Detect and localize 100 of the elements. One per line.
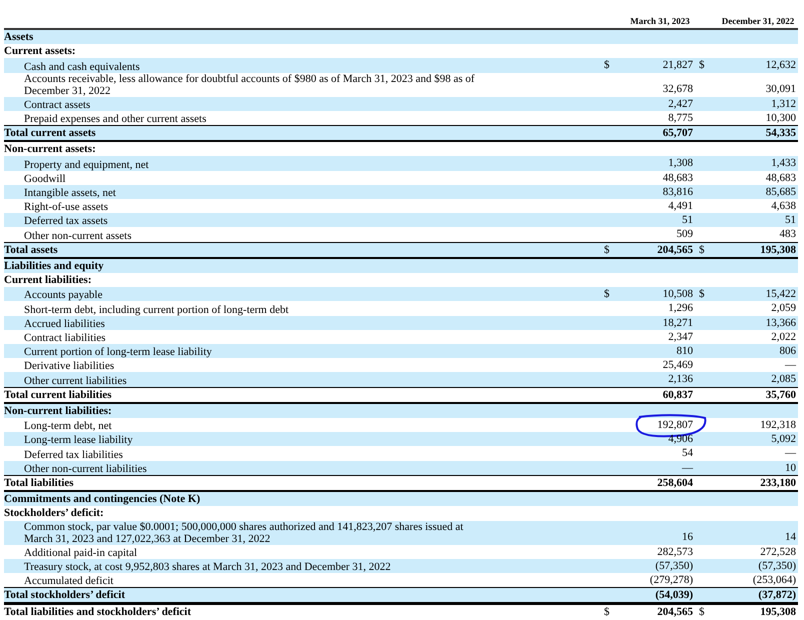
row-label: Cash and cash equivalents: [23, 60, 141, 73]
amount: (253,064): [752, 574, 796, 586]
amount: 282,573: [657, 546, 693, 558]
currency-sign: $: [604, 288, 610, 300]
amount: 48,683: [766, 172, 796, 184]
amount: —: [785, 359, 796, 372]
row-label: Non-current liabilities:: [4, 404, 113, 418]
amount: 204,565: [657, 606, 693, 618]
amount: 258,604: [657, 476, 693, 489]
row-label: Intangible assets, net: [23, 187, 117, 200]
row-label: Total liabilities and stockholders’ deficit: [4, 605, 192, 620]
amount: 51: [682, 214, 693, 226]
row-label: Current assets:: [4, 44, 77, 58]
row-label: Commitments and contingencies (Note K): [4, 492, 202, 506]
amount: 204,565: [657, 244, 693, 256]
amount: 25,469: [662, 359, 693, 372]
row-label: Long-term debt, net: [23, 420, 113, 432]
currency-sign: $: [604, 606, 610, 618]
amount: —: [785, 447, 796, 460]
column-header: December 31, 2022: [720, 16, 796, 26]
amount: 509: [676, 228, 693, 240]
amount: 83,816: [662, 186, 693, 198]
amount: 16: [682, 531, 693, 544]
amount: 48,683: [662, 172, 693, 184]
amount: 54: [682, 447, 693, 460]
amount: 2,347: [668, 330, 693, 343]
row-label: Liabilities and equity: [4, 258, 105, 274]
amount: 192,318: [760, 419, 796, 432]
row-label: Common stock, par value $0.0001; 500,000,000 shares authorized and 141,823,207 shares issued at March 31, 2023 and 127,022,363 at December 31, 2022: [23, 520, 464, 544]
currency-sign: $: [604, 244, 610, 256]
row-label: Total stockholders’ deficit: [4, 588, 126, 602]
amount: (54,039): [655, 589, 693, 602]
amount: 806: [780, 345, 796, 358]
amount: 15,422: [766, 288, 796, 300]
amount: 54,335: [766, 127, 796, 140]
amount: 272,528: [760, 546, 796, 558]
amount: 233,180: [760, 476, 796, 489]
row-label: Derivative liabilities: [23, 360, 116, 372]
amount: 195,308: [760, 606, 796, 618]
row-label: Assets: [4, 30, 34, 44]
row-label: Accumulated deficit: [23, 575, 114, 588]
amount: 10,508: [662, 288, 693, 300]
amount: 13,366: [766, 316, 796, 329]
amount: 2,427: [668, 98, 693, 110]
amount: 4,491: [668, 200, 693, 212]
row-label: Total liabilities: [4, 476, 75, 490]
row-label: Property and equipment, net: [23, 158, 150, 171]
amount: 8,775: [668, 112, 693, 124]
amount: 192,807: [657, 419, 693, 432]
amount: 2,136: [668, 373, 693, 386]
amount: (57,350): [655, 560, 693, 572]
row-label: Accrued liabilities: [23, 318, 106, 330]
amount: 35,760: [766, 388, 796, 401]
amount: 10,300: [766, 112, 796, 124]
currency-sign: $: [699, 288, 704, 300]
row-label: Total current assets: [4, 126, 97, 140]
row-label: Accounts payable: [23, 289, 104, 302]
currency-sign: $: [699, 244, 704, 256]
amount: (37,872): [758, 589, 796, 602]
column-header: March 31, 2023: [629, 16, 691, 26]
amount: 4,906: [668, 433, 693, 446]
row-label: Non-current assets:: [4, 142, 97, 156]
row-label: Prepaid expenses and other current assets: [23, 113, 208, 126]
row-label: Other non-current liabilities: [23, 462, 148, 475]
row-label: Stockholders’ deficit:: [4, 506, 105, 520]
amount: —: [682, 462, 693, 474]
amount: 483: [780, 228, 796, 240]
amount: 14: [785, 531, 796, 544]
amount: 30,091: [766, 83, 796, 96]
row-label: Long-term lease liability: [23, 434, 134, 446]
row-label: Treasury stock, at cost 9,952,803 shares at March 31, 2023 and December 31, 2022: [23, 560, 392, 573]
amount: 1,296: [668, 302, 693, 314]
amount: 2,059: [771, 302, 796, 314]
amount: (57,350): [758, 560, 796, 572]
amount: 85,685: [766, 186, 796, 198]
amount: 1,308: [668, 157, 693, 170]
amount: 195,308: [760, 244, 796, 256]
amount: 21,827: [662, 59, 693, 72]
currency-sign: $: [699, 606, 704, 618]
row-label: Additional paid-in capital: [23, 546, 138, 559]
amount: 51: [785, 214, 796, 226]
amount: 60,837: [662, 388, 693, 401]
amount: 32,678: [662, 83, 693, 96]
row-label: Current liabilities:: [4, 273, 92, 288]
row-label: Total assets: [4, 242, 59, 257]
row-label: Goodwill: [23, 172, 67, 185]
row-label: Total current liabilities: [4, 388, 113, 402]
amount: 4,638: [771, 200, 796, 212]
currency-sign: $: [604, 59, 610, 72]
row-label: Right-of-use assets: [23, 201, 110, 214]
row-label: Accounts receivable, less allowance for doubtful accounts of $980 as of March 31, 2023 and $98 as of December 31, 2022: [23, 72, 476, 97]
amount: 12,632: [766, 59, 796, 72]
row-label: Deferred tax liabilities: [23, 448, 124, 461]
row-label: Current portion of long-term lease liability: [23, 346, 213, 358]
row-label: Other current liabilities: [23, 374, 128, 387]
amount: 65,707: [662, 127, 693, 140]
row-label: Other non-current assets: [23, 230, 133, 242]
amount: (279,278): [650, 574, 693, 586]
row-label: Deferred tax assets: [23, 215, 109, 228]
amount: 18,271: [662, 316, 693, 329]
